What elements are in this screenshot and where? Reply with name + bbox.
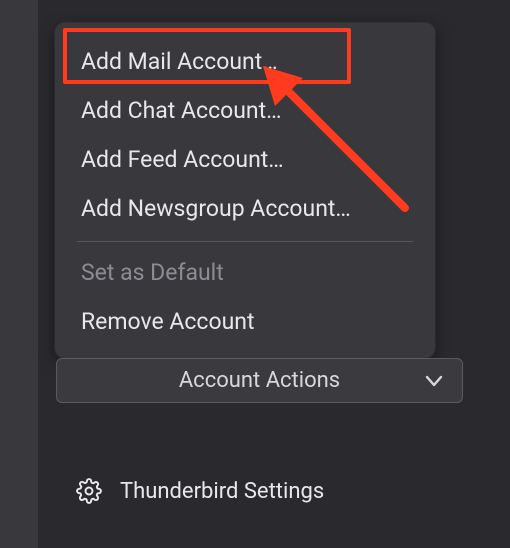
menu-item-add-mail-account[interactable]: Add Mail Account…	[55, 37, 435, 86]
gear-icon	[76, 478, 102, 504]
menu-item-add-feed-account[interactable]: Add Feed Account…	[55, 135, 435, 184]
account-actions-label: Account Actions	[179, 368, 340, 393]
menu-item-remove-account[interactable]: Remove Account	[55, 297, 435, 346]
account-actions-menu: Add Mail Account… Add Chat Account… Add …	[55, 23, 435, 358]
thunderbird-settings-label: Thunderbird Settings	[120, 479, 324, 504]
thunderbird-settings-button[interactable]: Thunderbird Settings	[76, 478, 324, 504]
account-actions-button[interactable]: Account Actions	[56, 358, 463, 403]
chevron-down-icon	[424, 371, 444, 391]
menu-item-add-chat-account[interactable]: Add Chat Account…	[55, 86, 435, 135]
menu-item-set-default: Set as Default	[55, 248, 435, 297]
menu-item-add-newsgroup-account[interactable]: Add Newsgroup Account…	[55, 184, 435, 233]
menu-divider	[77, 241, 413, 242]
window-edge	[0, 0, 38, 548]
